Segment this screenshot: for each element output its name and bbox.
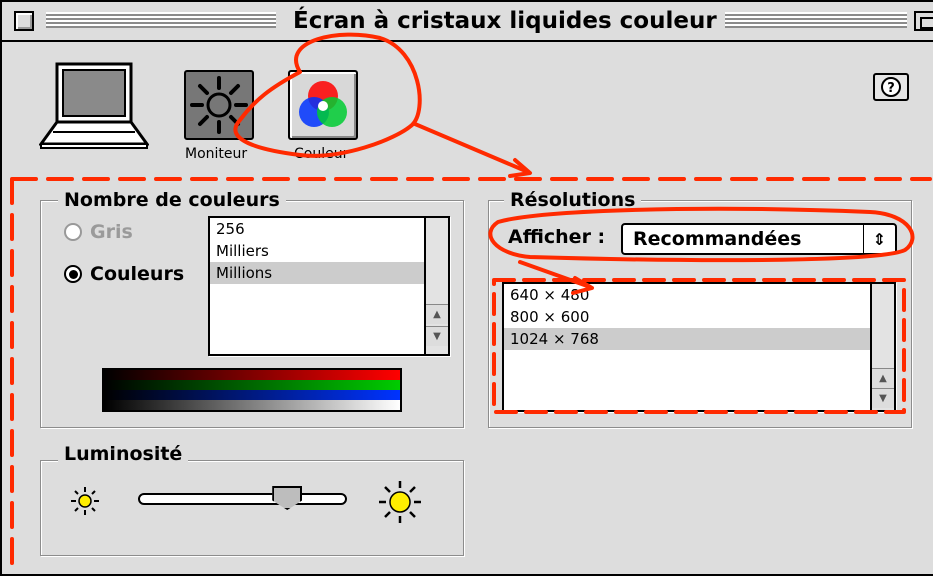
show-label: Afficher : xyxy=(508,226,606,248)
title-bar-stripes-left xyxy=(46,12,276,28)
resolution-scrollbar[interactable]: ▲ ▼ xyxy=(870,284,894,410)
resolution-filter-value: Recommandées xyxy=(633,228,802,250)
title-bar[interactable]: Écran à cristaux liquides couleur xyxy=(2,2,933,42)
rgb-circles-icon xyxy=(299,81,347,127)
resolution-option-800[interactable]: 800 × 600 xyxy=(504,306,894,328)
color-spectrum-gradient xyxy=(102,368,402,412)
window-title: Écran à cristaux liquides couleur xyxy=(285,6,725,36)
color-depth-option-millions[interactable]: Millions xyxy=(210,262,448,284)
color-depth-group-title: Nombre de couleurs xyxy=(58,188,286,212)
scroll-down-arrow-icon[interactable]: ▼ xyxy=(872,388,894,408)
color-depth-scrollbar[interactable]: ▲ ▼ xyxy=(424,218,448,354)
svg-text:?: ? xyxy=(887,81,895,96)
monitor-tab-button[interactable] xyxy=(184,70,254,140)
help-button[interactable]: ? xyxy=(873,73,909,101)
monitor-tab-label[interactable]: Moniteur xyxy=(185,146,247,162)
brightness-group-title: Luminosité xyxy=(58,442,189,466)
sun-icon xyxy=(190,76,248,134)
scroll-down-arrow-icon[interactable]: ▼ xyxy=(426,326,448,346)
scroll-up-arrow-icon[interactable]: ▲ xyxy=(872,368,894,388)
radio-gray-label: Gris xyxy=(90,221,133,243)
collapse-box[interactable] xyxy=(914,11,933,31)
resolution-option-1024[interactable]: 1024 × 768 xyxy=(504,328,894,350)
brightness-slider-track[interactable] xyxy=(138,493,347,505)
resolution-option-640[interactable]: 640 × 480 xyxy=(504,284,894,306)
scroll-up-arrow-icon[interactable]: ▲ xyxy=(426,304,448,324)
radio-gray[interactable]: Gris xyxy=(64,221,133,243)
color-depth-option-256[interactable]: 256 xyxy=(210,218,448,240)
resolution-filter-popup[interactable]: Recommandées ⇕ xyxy=(621,223,897,255)
radio-colors[interactable]: Couleurs xyxy=(64,263,184,285)
monitors-control-panel-window: Écran à cristaux liquides couleur Monite… xyxy=(0,0,933,576)
close-box[interactable] xyxy=(14,11,34,31)
updown-arrows-icon: ⇕ xyxy=(863,225,895,253)
color-depth-option-thousands[interactable]: Milliers xyxy=(210,240,448,262)
large-sun-icon xyxy=(379,481,421,523)
resolution-list[interactable]: 640 × 480 800 × 600 1024 × 768 ▲ ▼ xyxy=(502,282,896,412)
resolutions-group-title: Résolutions xyxy=(504,188,642,212)
radio-gray-dot[interactable] xyxy=(64,223,82,241)
color-depth-list[interactable]: 256 Milliers Millions ▲ ▼ xyxy=(208,216,450,356)
radio-colors-label: Couleurs xyxy=(90,263,185,285)
laptop-icon xyxy=(39,62,149,149)
question-mark-icon: ? xyxy=(881,77,901,97)
color-tab-label[interactable]: Couleur xyxy=(294,146,348,162)
small-sun-icon xyxy=(71,487,99,515)
radio-colors-dot[interactable] xyxy=(64,265,82,283)
color-tab-button[interactable] xyxy=(288,70,358,140)
